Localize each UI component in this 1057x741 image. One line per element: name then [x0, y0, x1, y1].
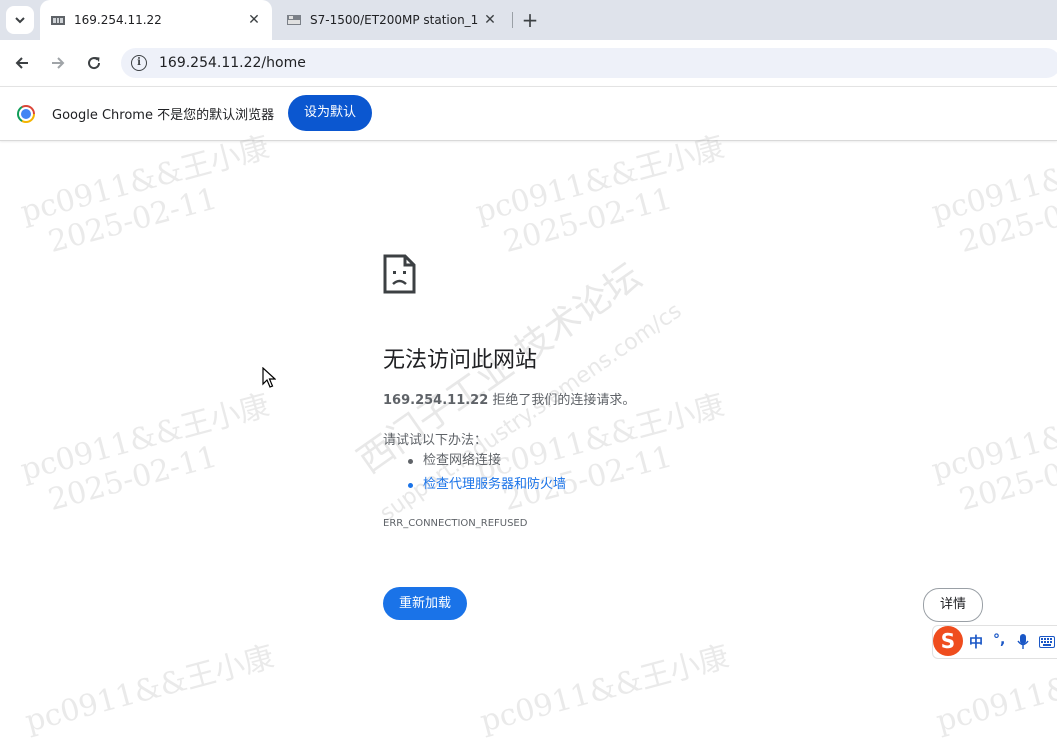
back-arrow-icon[interactable] [9, 50, 35, 76]
sad-page-icon [383, 254, 416, 294]
tab-search-button[interactable] [6, 6, 34, 34]
toolbar: i 169.254.11.22/home [0, 40, 1057, 86]
watermark: pc0911&&王小康 [476, 639, 733, 740]
chrome-logo-icon [17, 105, 35, 123]
tab-title: S7-1500/ET200MP station_1 [310, 13, 479, 27]
watermark: pc0911&&王小康 2025-02-11 [928, 130, 1057, 260]
address-bar[interactable]: i 169.254.11.22/home [121, 48, 1057, 78]
close-icon[interactable]: ✕ [480, 12, 500, 28]
error-host: 169.254.11.22 [383, 393, 489, 408]
infobar-message: Google Chrome 不是您的默认浏览器 [52, 108, 275, 123]
default-browser-infobar: Google Chrome 不是您的默认浏览器 设为默认 [0, 86, 1057, 141]
watermark: pc0911&&王小康 2025-02-11 [472, 130, 729, 260]
error-summary: 169.254.11.22 拒绝了我们的连接请求。 [383, 389, 635, 408]
set-default-button[interactable]: 设为默认 [288, 95, 372, 131]
address-url[interactable]: 169.254.11.22/home [159, 55, 306, 71]
mouse-cursor-icon [262, 367, 276, 388]
error-code: ERR_CONNECTION_REFUSED [383, 518, 528, 529]
suggestion-check-proxy-link[interactable]: 检查代理服务器和防火墙 [406, 476, 566, 500]
watermark: pc0911&&王小康 2025-02-11 [17, 130, 274, 260]
forward-arrow-icon[interactable] [45, 50, 71, 76]
microphone-icon[interactable] [1017, 634, 1029, 650]
ime-punctuation-toggle[interactable]: °, [993, 632, 1005, 648]
close-icon[interactable]: ✕ [244, 12, 264, 28]
reload-icon[interactable] [81, 50, 107, 76]
new-tab-button[interactable]: + [518, 6, 542, 34]
watermark: pc0911&&王小康 [21, 639, 278, 740]
keyboard-icon[interactable] [1039, 636, 1055, 648]
watermark: pc0911&&王小康 2025-02-11 [928, 388, 1057, 518]
try-heading: 请试试以下办法： [383, 433, 488, 448]
plc-device-icon [51, 16, 65, 25]
chevron-down-icon [15, 17, 25, 24]
tab-strip: 169.254.11.22 ✕ S7-1500/ET200MP station_… [0, 0, 1057, 40]
sogou-logo-icon[interactable]: S [933, 626, 963, 656]
ime-mode-toggle[interactable]: 中 [969, 632, 983, 652]
tab-title: 169.254.11.22 [74, 13, 162, 27]
reload-button[interactable]: 重新加载 [383, 587, 467, 620]
error-host-message: 拒绝了我们的连接请求。 [492, 393, 636, 408]
details-button[interactable]: 详情 [923, 588, 983, 622]
watermark: pc0911&&王小康 2025-02-11 [17, 388, 274, 518]
s7-1500-icon [287, 15, 301, 25]
suggestion-check-network: 检查网络连接 [406, 452, 566, 476]
error-title: 无法访问此网站 [383, 348, 538, 373]
site-info-icon[interactable]: i [131, 55, 147, 71]
ime-toolbar: S 中 °, [932, 625, 1057, 659]
tab-active[interactable]: 169.254.11.22 ✕ [40, 0, 272, 40]
tab-inactive[interactable]: S7-1500/ET200MP station_1 ✕ [276, 0, 508, 40]
tab-separator [512, 12, 513, 28]
suggestion-list: 检查网络连接 检查代理服务器和防火墙 [406, 452, 566, 500]
